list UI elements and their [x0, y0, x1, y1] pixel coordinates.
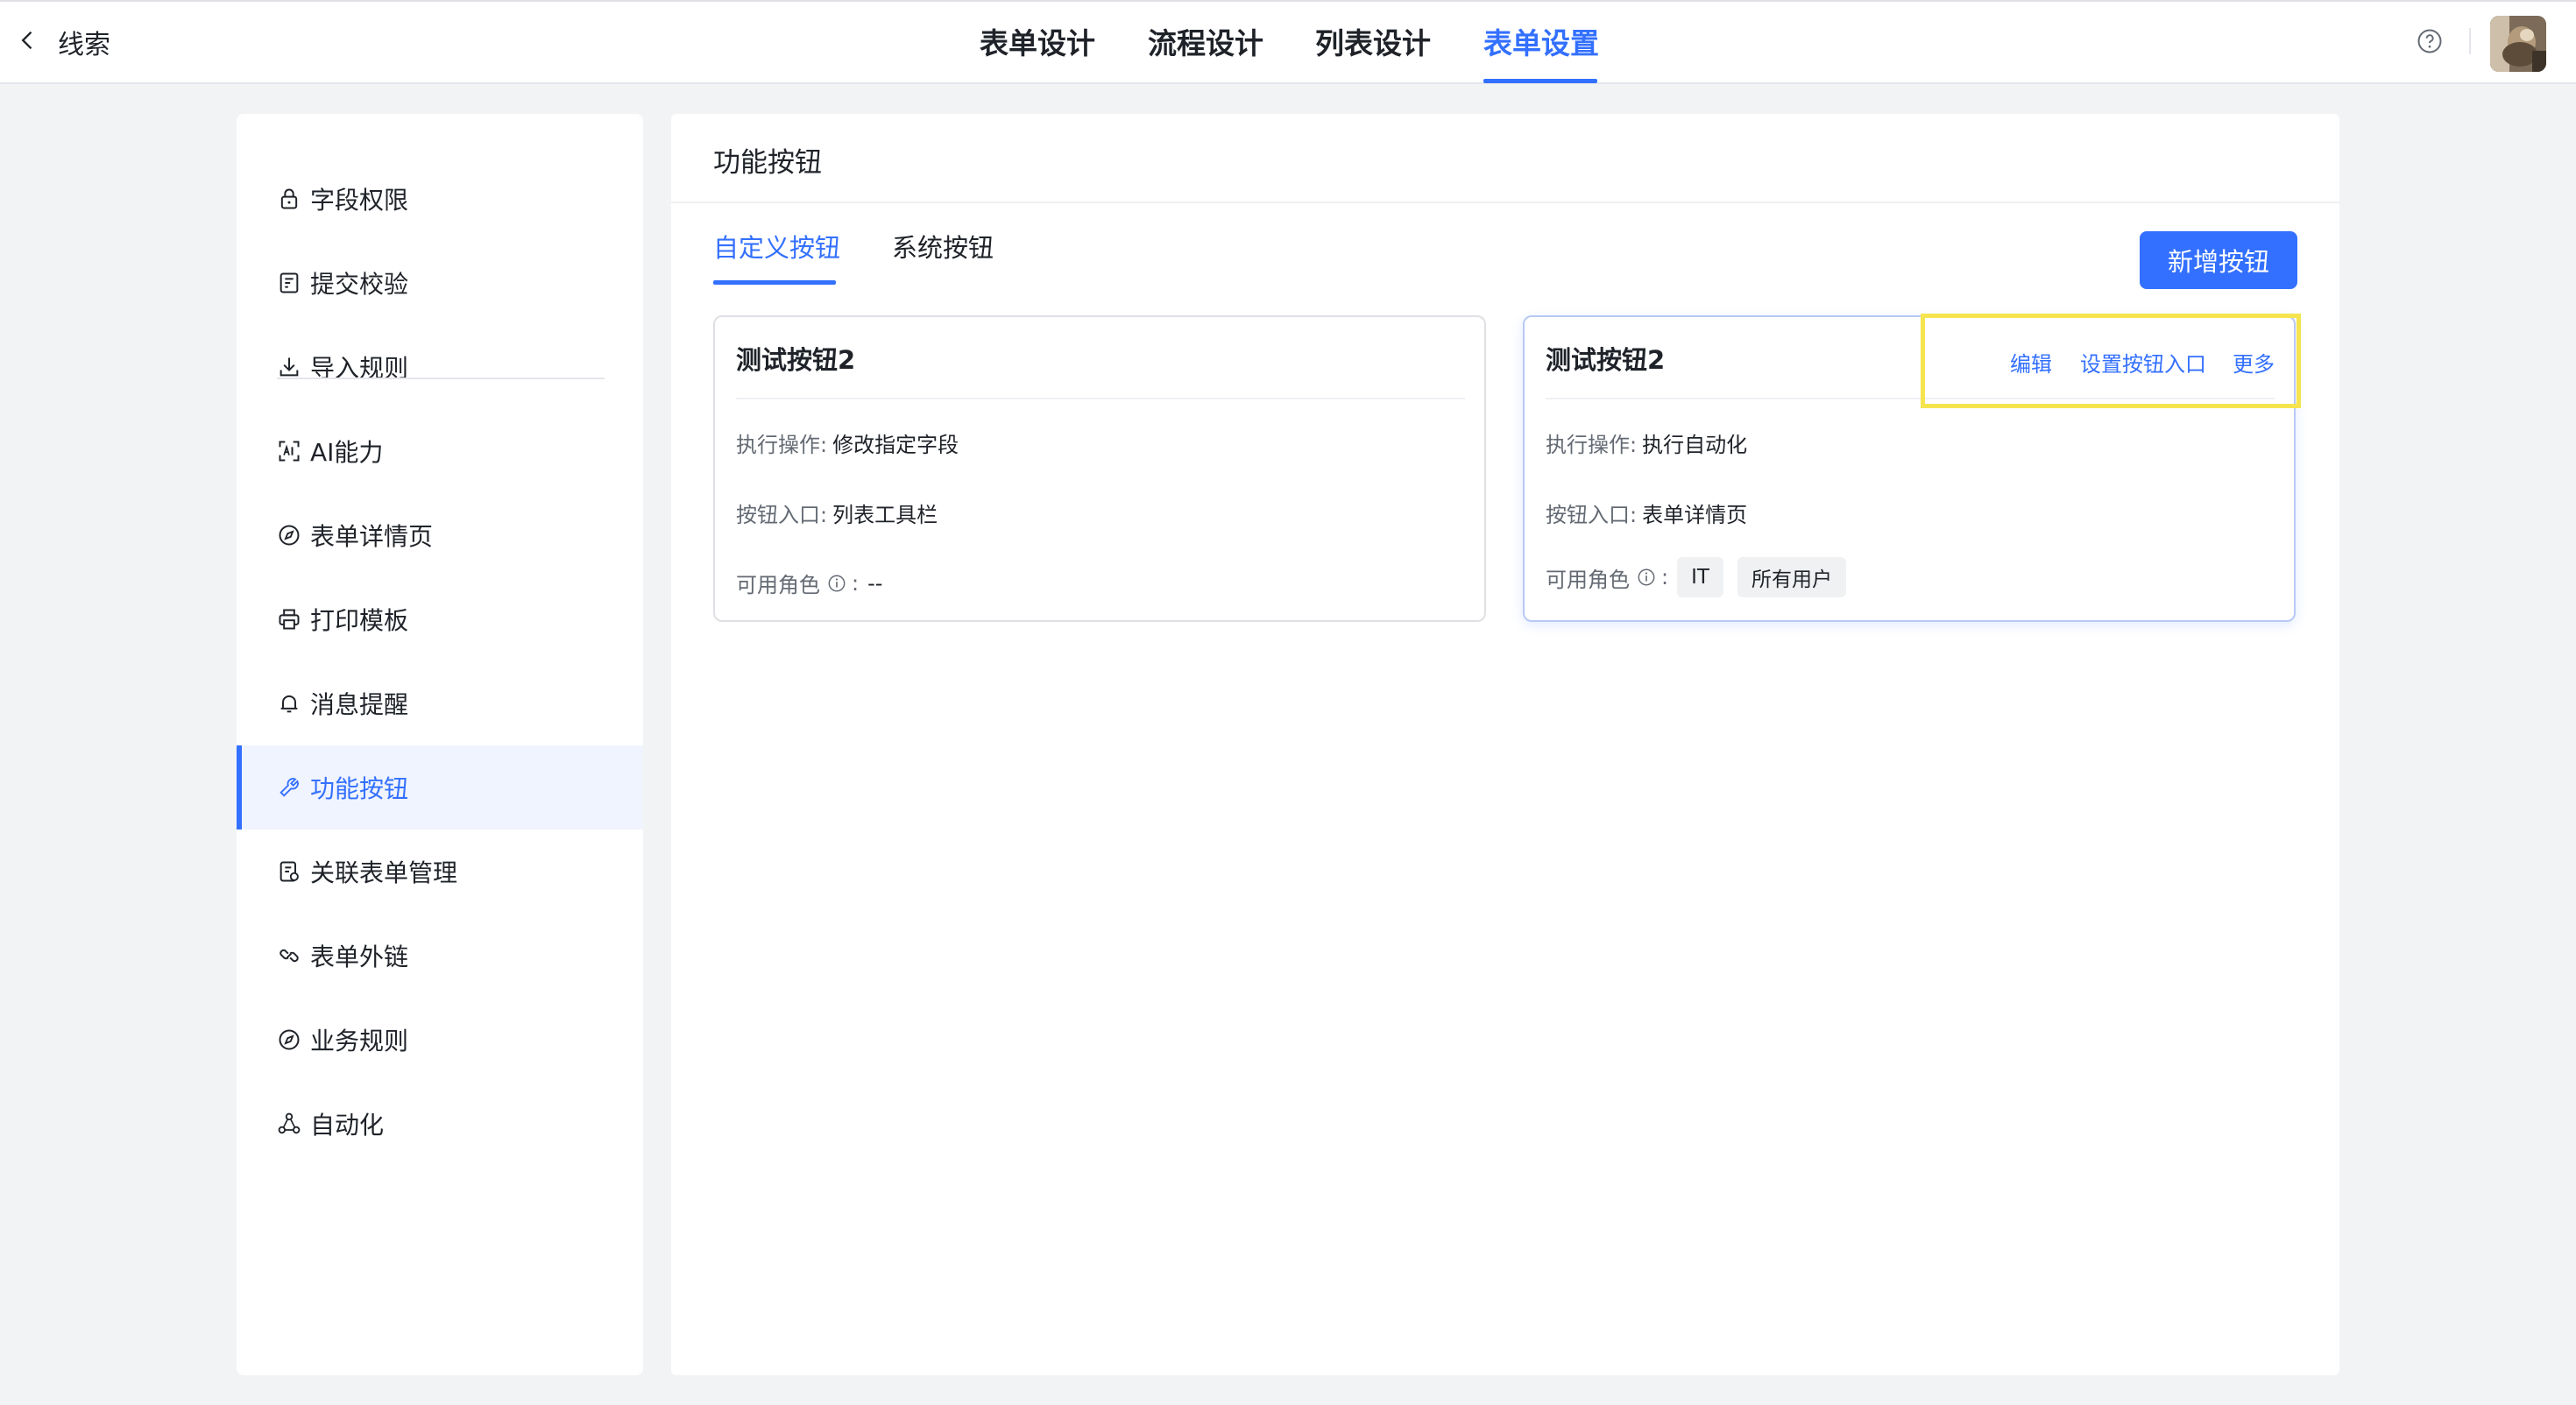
card-title: 测试按钮2 — [736, 345, 856, 375]
sidebar-item-field-permissions[interactable]: 字段权限 — [237, 157, 643, 241]
sidebar-item-label: 自动化 — [310, 1111, 385, 1140]
sidebar-item-print-template[interactable]: 打印模板 — [237, 577, 643, 661]
link-icon — [277, 943, 301, 968]
roles-colon: : — [1661, 565, 1669, 590]
more-link[interactable]: 更多 — [2233, 347, 2275, 378]
set-entry-link[interactable]: 设置按钮入口 — [2080, 347, 2206, 378]
entry-label: 按钮入口: — [1546, 503, 1638, 527]
info-icon[interactable] — [827, 574, 846, 593]
form-check-icon — [277, 271, 301, 295]
edit-link[interactable]: 编辑 — [2010, 347, 2052, 378]
sidebar-item-label: 打印模板 — [310, 606, 409, 635]
tab-form-design[interactable]: 表单设计 — [980, 25, 1095, 63]
sidebar-item-message-reminder[interactable]: 消息提醒 — [237, 661, 643, 745]
action-value: 执行自动化 — [1642, 433, 1748, 457]
linked-form-icon — [277, 859, 301, 884]
automation-icon — [277, 1112, 301, 1136]
sidebar-item-label: 字段权限 — [310, 186, 409, 215]
sidebar-item-submit-validation[interactable]: 提交校验 — [237, 241, 643, 325]
card-roles-row: 可用角色 : -- — [736, 568, 882, 598]
sidebar: 字段权限 提交校验 导入规则 AI能力 表单详情页 打印模板 消息提醒 功能按钮… — [237, 114, 643, 1375]
printer-icon — [277, 607, 301, 632]
action-value: 修改指定字段 — [832, 433, 959, 457]
card-action-row: 执行操作: 执行自动化 — [1546, 427, 1747, 458]
compass-icon — [277, 523, 301, 547]
card-entry-row: 按钮入口: 列表工具栏 — [736, 498, 938, 528]
title-divider — [671, 201, 2339, 203]
ai-scan-icon — [277, 439, 301, 463]
avatar[interactable] — [2490, 16, 2546, 72]
active-tab-indicator — [1483, 79, 1597, 83]
sidebar-item-label: 表单详情页 — [310, 522, 434, 551]
sidebar-item-import-rules[interactable]: 导入规则 — [237, 325, 643, 409]
sidebar-item-function-buttons[interactable]: 功能按钮 — [237, 745, 643, 830]
action-label: 执行操作: — [736, 433, 828, 457]
active-subtab-indicator — [713, 280, 836, 285]
tab-form-settings[interactable]: 表单设置 — [1483, 25, 1599, 63]
card-title: 测试按钮2 — [1546, 345, 1666, 375]
tab-flow-design[interactable]: 流程设计 — [1148, 25, 1263, 63]
sidebar-item-label: 功能按钮 — [310, 774, 409, 803]
roles-colon: : — [852, 570, 860, 596]
add-button[interactable]: 新增按钮 — [2140, 231, 2297, 289]
sidebar-item-linked-form-management[interactable]: 关联表单管理 — [237, 830, 643, 914]
role-tag: 所有用户 — [1737, 557, 1846, 597]
card-roles-row: 可用角色 : IT 所有用户 — [1546, 557, 1846, 597]
entry-label: 按钮入口: — [736, 503, 828, 527]
tab-custom-buttons[interactable]: 自定义按钮 — [713, 228, 840, 265]
sidebar-item-label: 关联表单管理 — [310, 858, 458, 887]
sidebar-item-form-detail-page[interactable]: 表单详情页 — [237, 493, 643, 577]
top-bar: 线索 表单设计 流程设计 列表设计 表单设置 — [0, 0, 2576, 84]
main-panel: 功能按钮 自定义按钮 系统按钮 新增按钮 测试按钮2 执行操作: 修改指定字段 … — [671, 114, 2339, 1375]
download-icon — [277, 355, 301, 379]
sidebar-item-label: 消息提醒 — [310, 690, 409, 719]
button-card[interactable]: 测试按钮2 执行操作: 修改指定字段 按钮入口: 列表工具栏 可用角色 : -- — [713, 315, 1486, 622]
card-divider — [1546, 398, 2275, 399]
help-icon[interactable] — [2417, 28, 2443, 54]
page-title: 功能按钮 — [713, 147, 822, 179]
info-icon[interactable] — [1637, 568, 1656, 587]
bell-icon — [277, 691, 301, 716]
role-tag: IT — [1677, 557, 1723, 597]
sidebar-item-label: 提交校验 — [310, 270, 409, 299]
active-indicator — [237, 745, 242, 830]
sidebar-item-form-external-link[interactable]: 表单外链 — [237, 914, 643, 998]
header-divider — [2469, 28, 2471, 54]
card-action-row: 执行操作: 修改指定字段 — [736, 427, 959, 458]
roles-label: 可用角色 — [1546, 567, 1630, 592]
sidebar-divider — [277, 378, 605, 379]
compass-icon — [277, 1027, 301, 1052]
sidebar-item-automation[interactable]: 自动化 — [237, 1082, 643, 1166]
tab-system-buttons[interactable]: 系统按钮 — [892, 228, 994, 265]
sidebar-item-business-rules[interactable]: 业务规则 — [237, 998, 643, 1082]
card-entry-row: 按钮入口: 表单详情页 — [1546, 498, 1747, 528]
wrench-icon — [277, 775, 301, 800]
lock-icon — [277, 187, 301, 211]
tab-list-design[interactable]: 列表设计 — [1315, 25, 1431, 63]
entry-value: 列表工具栏 — [832, 503, 938, 527]
card-divider — [736, 398, 1465, 399]
sidebar-item-label: 表单外链 — [310, 943, 409, 971]
roles-value: -- — [867, 570, 883, 596]
entry-value: 表单详情页 — [1642, 503, 1748, 527]
roles-label: 可用角色 — [736, 573, 820, 597]
sidebar-item-label: 业务规则 — [310, 1027, 409, 1056]
sidebar-item-label: AI能力 — [310, 438, 384, 467]
sidebar-item-label: 导入规则 — [310, 354, 409, 383]
action-label: 执行操作: — [1546, 433, 1638, 457]
top-tabs: 表单设计 流程设计 列表设计 表单设置 — [0, 0, 2576, 84]
button-card[interactable]: 测试按钮2 编辑 设置按钮入口 更多 执行操作: 执行自动化 按钮入口: 表单详… — [1523, 315, 2296, 622]
sidebar-item-ai-capability[interactable]: AI能力 — [237, 409, 643, 493]
